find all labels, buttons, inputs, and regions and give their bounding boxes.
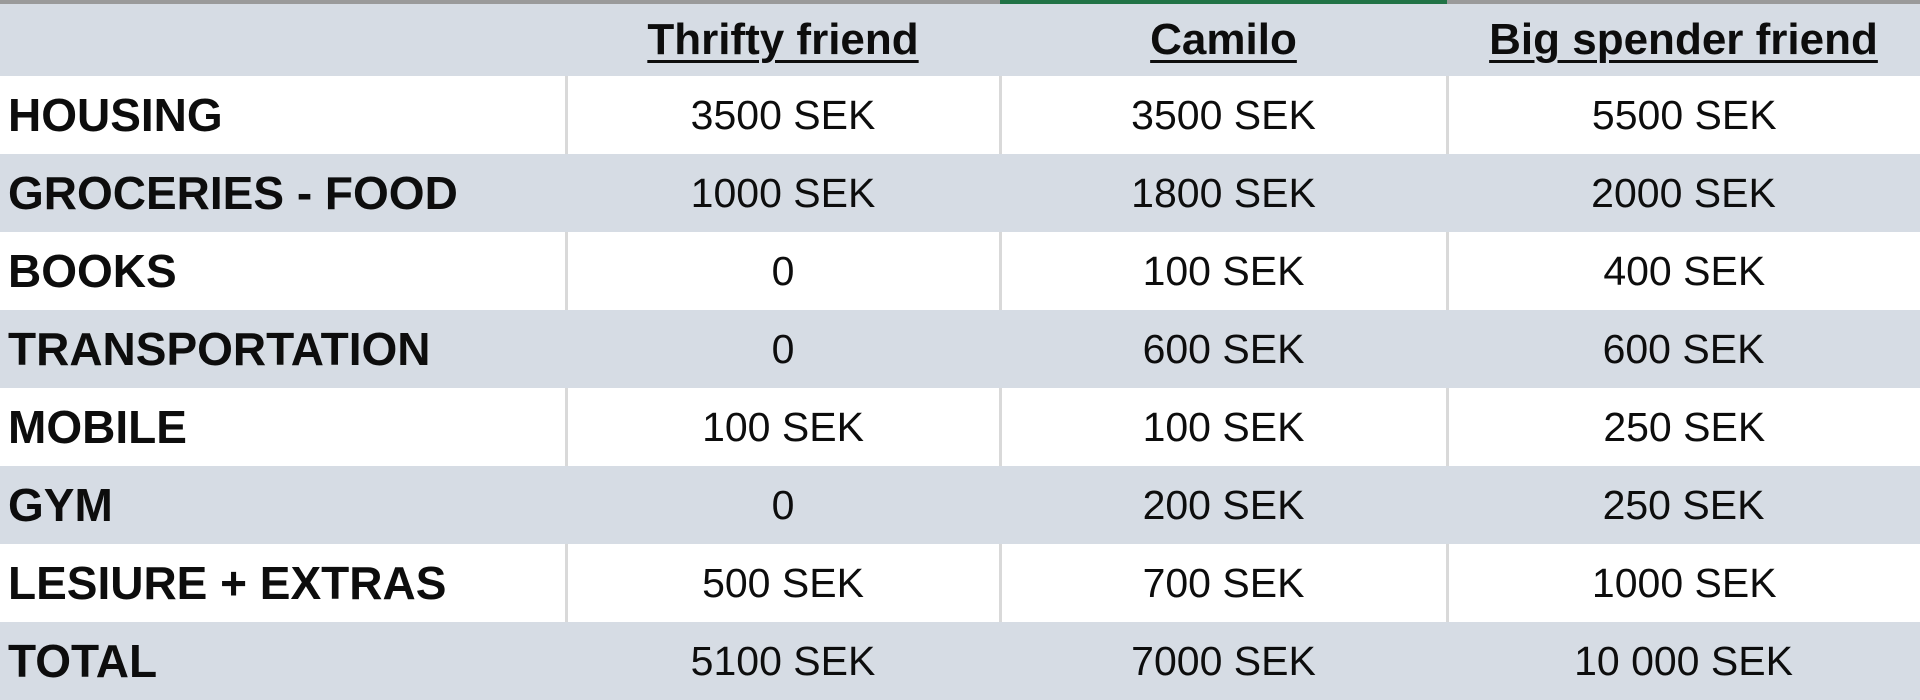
table-row-groceries: GROCERIES - FOOD 1000 SEK 1800 SEK 2000 … [0, 154, 1920, 232]
header-camilo[interactable]: Camilo [1000, 4, 1447, 76]
cell-big-spender[interactable]: 600 SEK [1447, 310, 1920, 388]
budget-comparison-table: Thrifty friend Camilo Big spender friend… [0, 4, 1920, 700]
cell-big-spender[interactable]: 250 SEK [1447, 466, 1920, 544]
cell-big-spender[interactable]: 5500 SEK [1445, 76, 1920, 154]
header-empty-cell[interactable] [0, 4, 566, 76]
row-label[interactable]: LESIURE + EXTRAS [0, 544, 566, 622]
header-big-spender-friend[interactable]: Big spender friend [1447, 4, 1920, 76]
cell-big-spender[interactable]: 250 SEK [1445, 388, 1920, 466]
header-row: Thrifty friend Camilo Big spender friend [0, 4, 1920, 76]
header-thrifty-friend[interactable]: Thrifty friend [566, 4, 1000, 76]
table-row-transportation: TRANSPORTATION 0 600 SEK 600 SEK [0, 310, 1920, 388]
cell-big-spender[interactable]: 2000 SEK [1447, 154, 1920, 232]
row-label[interactable]: TOTAL [0, 622, 566, 700]
cell-thrifty[interactable]: 0 [566, 310, 1000, 388]
cell-thrifty[interactable]: 0 [564, 232, 1000, 310]
cell-big-spender[interactable]: 10 000 SEK [1447, 622, 1920, 700]
row-label[interactable]: GYM [0, 466, 566, 544]
cell-camilo[interactable]: 600 SEK [1000, 310, 1447, 388]
cell-camilo[interactable]: 200 SEK [1000, 466, 1447, 544]
table-row-leisure: LESIURE + EXTRAS 500 SEK 700 SEK 1000 SE… [0, 544, 1920, 622]
cell-thrifty[interactable]: 500 SEK [564, 544, 1000, 622]
row-label[interactable]: MOBILE [0, 388, 566, 466]
cell-camilo[interactable]: 100 SEK [998, 388, 1447, 466]
table-row-gym: GYM 0 200 SEK 250 SEK [0, 466, 1920, 544]
cell-camilo[interactable]: 700 SEK [998, 544, 1447, 622]
cell-camilo[interactable]: 3500 SEK [998, 76, 1447, 154]
row-label[interactable]: HOUSING [0, 76, 566, 154]
table-row-books: BOOKS 0 100 SEK 400 SEK [0, 232, 1920, 310]
cell-thrifty[interactable]: 3500 SEK [564, 76, 1000, 154]
cell-thrifty[interactable]: 5100 SEK [566, 622, 1000, 700]
cell-big-spender[interactable]: 1000 SEK [1445, 544, 1920, 622]
table-row-total: TOTAL 5100 SEK 7000 SEK 10 000 SEK [0, 622, 1920, 700]
cell-thrifty[interactable]: 1000 SEK [566, 154, 1000, 232]
cell-big-spender[interactable]: 400 SEK [1445, 232, 1920, 310]
table-row-mobile: MOBILE 100 SEK 100 SEK 250 SEK [0, 388, 1920, 466]
row-label[interactable]: GROCERIES - FOOD [0, 154, 566, 232]
cell-camilo[interactable]: 100 SEK [998, 232, 1447, 310]
row-label[interactable]: TRANSPORTATION [0, 310, 566, 388]
cell-thrifty[interactable]: 0 [566, 466, 1000, 544]
table-row-housing: HOUSING 3500 SEK 3500 SEK 5500 SEK [0, 76, 1920, 154]
row-label[interactable]: BOOKS [0, 232, 566, 310]
cell-camilo[interactable]: 7000 SEK [1000, 622, 1447, 700]
cell-camilo[interactable]: 1800 SEK [1000, 154, 1447, 232]
cell-thrifty[interactable]: 100 SEK [564, 388, 1000, 466]
